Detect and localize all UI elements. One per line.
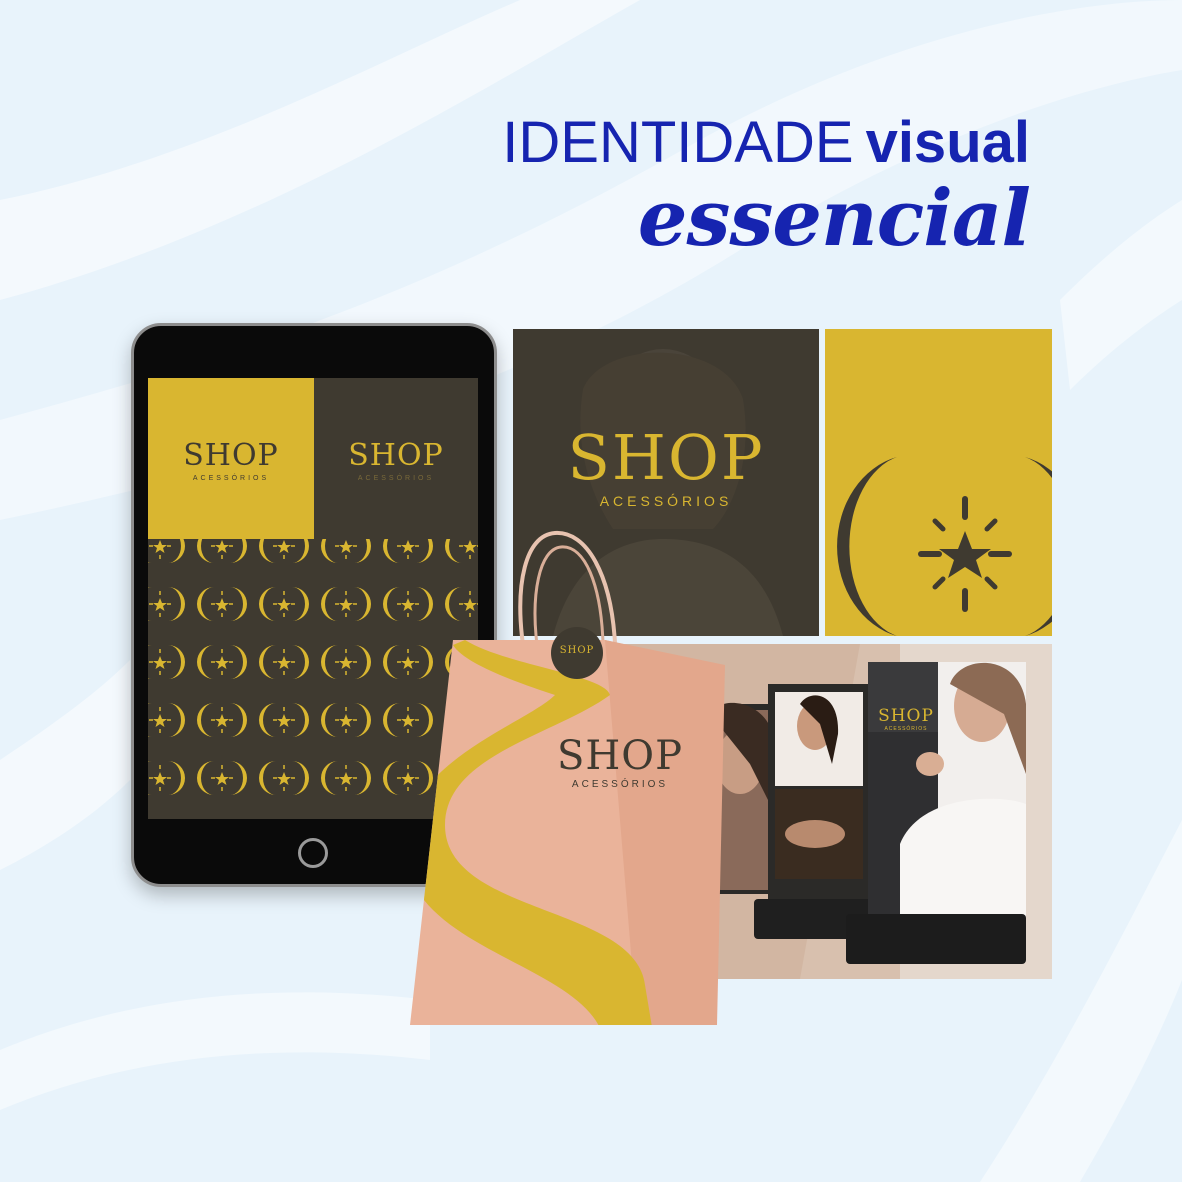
headline-line-1: IDENTIDADE visual: [502, 108, 1030, 178]
display-logo: SHOP: [878, 706, 934, 726]
headline-identidade: IDENTIDADE: [502, 110, 854, 175]
dark-panel-logo: SHOP: [567, 421, 765, 494]
bag-logo: SHOP: [557, 733, 683, 779]
bag-sticker-logo: SHOP: [559, 645, 595, 656]
display-tagline: ACESSÓRIOS: [884, 726, 928, 732]
tablet-gold-tile: SHOP ACESSÓRIOS: [148, 378, 314, 539]
bag-tagline: ACESSÓRIOS: [571, 779, 669, 790]
star-icon: [939, 531, 991, 578]
moon-star-emblem-icon: [837, 457, 1052, 636]
tablet-home-button: [298, 838, 328, 868]
tablet-dark-tagline: ACESSÓRIOS: [357, 475, 435, 482]
tablet-dark-logo: SHOP: [348, 438, 444, 473]
headline-essencial: essencial: [637, 173, 1031, 264]
headline: IDENTIDADE visual essencial: [0, 0, 1182, 300]
dark-panel-tagline: ACESSÓRIOS: [599, 493, 733, 509]
tablet-gold-tagline: ACESSÓRIOS: [192, 475, 270, 482]
tablet-dark-tile: SHOP ACESSÓRIOS: [314, 378, 478, 539]
tablet-gold-logo: SHOP: [183, 438, 279, 473]
gold-emblem-panel: [825, 329, 1052, 636]
headline-visual: visual: [865, 110, 1030, 175]
